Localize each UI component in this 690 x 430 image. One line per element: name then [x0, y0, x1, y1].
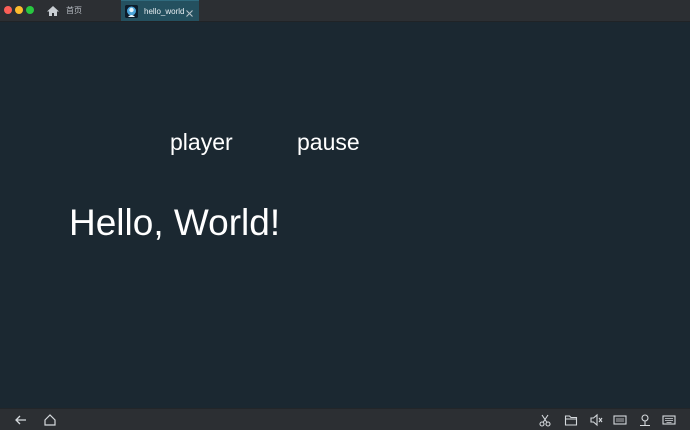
window-maximize-button[interactable]	[26, 6, 34, 14]
tab-hello-world-label: hello_world	[144, 6, 185, 16]
resolution-icon[interactable]	[613, 413, 627, 427]
scissors-icon[interactable]	[538, 413, 552, 427]
window-close-button[interactable]	[4, 6, 12, 14]
emulator-window: 首页 hello_world player pause Hello, World…	[0, 0, 690, 430]
window-minimize-button[interactable]	[15, 6, 23, 14]
hello-world-text: Hello, World!	[69, 202, 281, 243]
location-icon[interactable]	[638, 413, 652, 427]
tab-bar: 首页 hello_world	[0, 0, 690, 22]
pause-button[interactable]: pause	[297, 131, 360, 154]
app-content: player pause Hello, World!	[0, 22, 690, 408]
app-icon	[125, 4, 138, 18]
tab-hello-world[interactable]: hello_world	[121, 0, 199, 21]
volume-icon[interactable]	[589, 413, 603, 427]
tab-close-icon[interactable]	[185, 5, 194, 17]
home-icon[interactable]	[43, 413, 57, 427]
tab-home[interactable]: 首页	[46, 0, 120, 21]
back-arrow-icon[interactable]	[14, 413, 28, 427]
tab-home-label: 首页	[66, 6, 82, 15]
bottom-toolbar	[0, 408, 690, 430]
keyboard-icon[interactable]	[662, 413, 676, 427]
player-button[interactable]: player	[170, 131, 233, 154]
folder-icon[interactable]	[564, 413, 578, 427]
home-tab-icon	[47, 5, 59, 16]
